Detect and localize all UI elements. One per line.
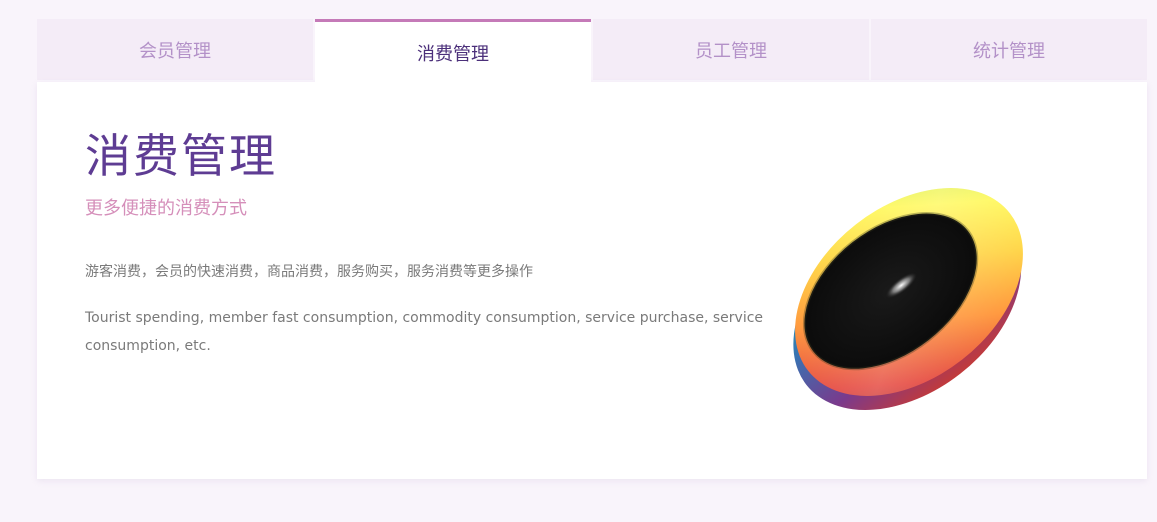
feature-section: 会员管理 消费管理 员工管理 统计管理 消费管理 更多便捷的消费方式 游客消费，…	[37, 19, 1147, 479]
panel-description-cn: 游客消费，会员的快速消费，商品消费，服务购买，服务消费等更多操作	[85, 264, 533, 280]
panel-description-en: Tourist spending, member fast consumptio…	[85, 310, 764, 354]
tab-statistics-management[interactable]: 统计管理	[871, 19, 1147, 80]
tab-bar: 会员管理 消费管理 员工管理 统计管理	[37, 19, 1147, 85]
panel-title: 消费管理	[85, 129, 277, 183]
tab-staff-management[interactable]: 员工管理	[593, 19, 869, 80]
tab-content-panel: 消费管理 更多便捷的消费方式 游客消费，会员的快速消费，商品消费，服务购买，服务…	[37, 82, 1147, 479]
tab-member-management[interactable]: 会员管理	[37, 19, 313, 80]
tab-consumption-management[interactable]: 消费管理	[315, 19, 591, 85]
rainbow-ring-disc-icon	[757, 142, 1057, 432]
panel-subtitle: 更多便捷的消费方式	[85, 198, 247, 219]
